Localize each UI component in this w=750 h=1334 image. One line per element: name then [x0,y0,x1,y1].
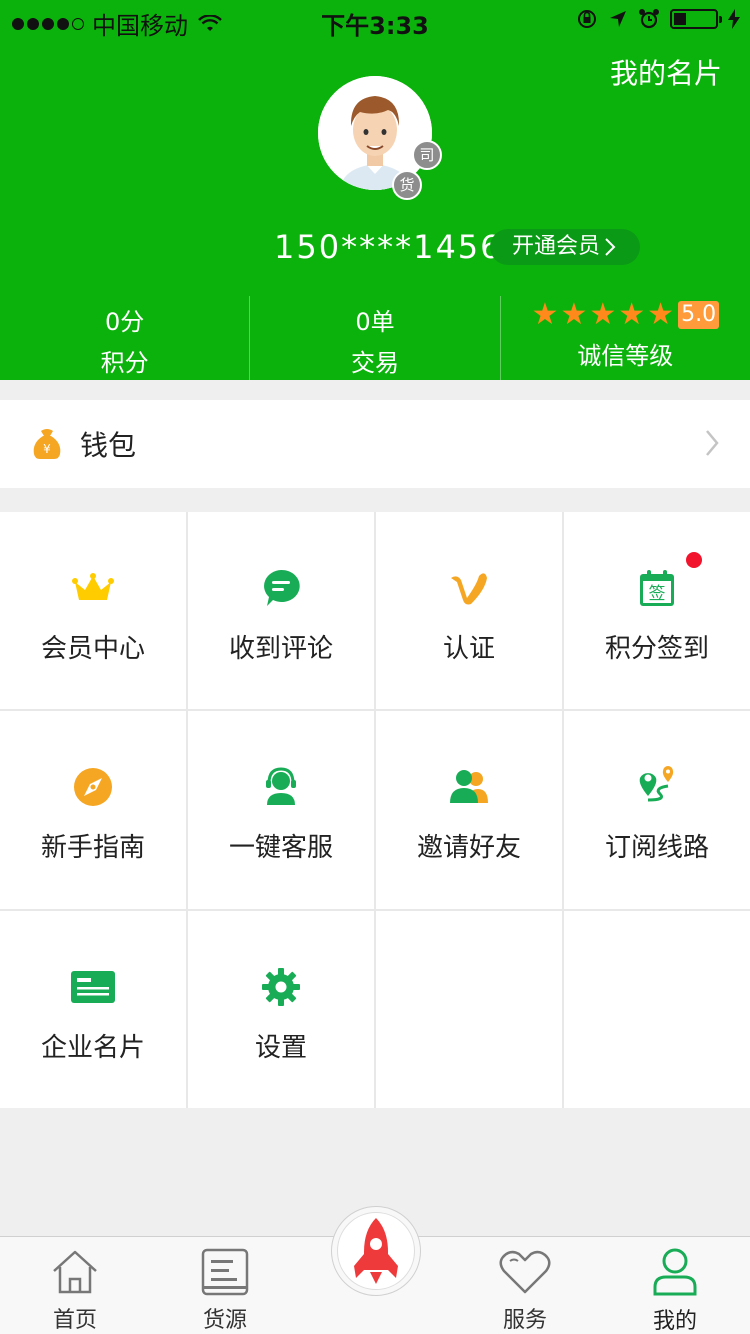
tab-home-label: 首页 [52,1308,97,1333]
tab-mine-label: 我的 [652,1309,697,1334]
status-bar: 中国移动 下午3:33 [0,0,750,40]
cargo-role-badge: 货 [392,170,422,200]
heart-icon [499,1250,551,1293]
alarm-icon [639,9,659,29]
points-value: 0分 [105,308,145,336]
charging-bolt-icon [728,9,740,29]
points-stat[interactable]: 0分 积分 [0,296,249,380]
tab-cargo-source[interactable]: 货源 [150,1237,300,1334]
star-icon: ★ [531,297,559,332]
star-icon: ★ [647,297,675,332]
verification-item[interactable]: 认证 [376,512,562,710]
profile-header: 中国移动 下午3:33 我的名片 司 货 150****1456 开通会员 0分… [0,0,750,380]
invite-friends-icon [450,770,488,804]
subscribe-routes-item[interactable]: 订阅线路 [564,711,750,909]
received-comments-item[interactable]: 收到评论 [188,512,374,710]
star-icon: ★ [618,297,646,332]
member-center-item[interactable]: 会员中心 [0,512,186,710]
points-checkin-label: 积分签到 [604,634,709,664]
rocket-icon [354,1218,398,1284]
tab-home[interactable]: 首页 [0,1237,150,1334]
verification-label: 认证 [442,634,495,664]
business-card-label: 企业名片 [40,1032,145,1063]
received-comments-label: 收到评论 [228,634,333,664]
money-bag-icon: ¥ [33,429,61,459]
calendar-sign-char: 签 [649,584,666,604]
open-membership-label: 开通会员 [512,234,601,259]
battery-icon [670,9,722,29]
credit-level-label: 诚信等级 [577,342,674,370]
subscribe-routes-label: 订阅线路 [604,833,709,864]
center-launch-button[interactable] [331,1206,421,1296]
chevron-right-icon [605,238,616,256]
trades-value: 0单 [355,308,395,336]
star-icon: ★ [560,297,588,332]
location-arrow-icon [610,11,626,27]
customer-service-item[interactable]: 一键客服 [188,711,374,909]
open-membership-button[interactable]: 开通会员 [490,229,641,265]
verify-v-icon [451,573,487,605]
beginner-guide-item[interactable]: 新手指南 [0,711,186,909]
comment-icon [264,569,300,606]
crown-icon [72,573,114,600]
tab-cargo-source-label: 货源 [202,1308,247,1333]
points-label: 积分 [100,349,149,377]
headset-icon [266,767,296,806]
star-icon: ★ [589,297,617,332]
compass-icon [74,768,112,807]
empty-cell [564,910,750,1108]
credit-rating-value: 5.0 [678,301,720,329]
tab-mine[interactable]: 我的 [600,1237,750,1334]
chevron-right-icon [706,430,719,456]
feature-grid: 会员中心 收到评论 认证 签 积分签到 新手指南 一键客服 邀请好友 订阅线路 … [0,512,750,1108]
member-center-label: 会员中心 [40,634,145,664]
tab-services-label: 服务 [502,1308,547,1333]
invite-friends-label: 邀请好友 [416,833,521,864]
route-icon [639,766,674,802]
points-checkin-item[interactable]: 签 积分签到 [564,512,750,710]
calendar-sign-icon: 签 [640,570,674,606]
settings-label: 设置 [254,1032,307,1063]
phone-number: 150****1456 [274,228,503,266]
svg-text:¥: ¥ [43,442,51,456]
credit-stars: ★ ★ ★ ★ ★ 5.0 [501,300,750,330]
credit-level-stat[interactable]: ★ ★ ★ ★ ★ 5.0 诚信等级 [499,296,750,380]
empty-cell [376,910,562,1108]
wallet-row[interactable]: ¥ 钱包 [0,400,750,488]
rotation-lock-icon [578,10,596,28]
home-icon [53,1250,97,1293]
notification-dot [686,552,702,568]
invite-friends-item[interactable]: 邀请好友 [376,711,562,909]
settings-item[interactable]: 设置 [188,910,374,1108]
trades-stat[interactable]: 0单 交易 [249,296,499,380]
stats-bar: 0分 积分 0单 交易 ★ ★ ★ ★ ★ 5.0 诚信等级 [0,296,750,380]
document-icon [201,1248,249,1295]
gear-icon [262,967,300,1006]
wallet-label: 钱包 [80,429,137,462]
customer-service-label: 一键客服 [228,833,333,864]
person-icon [653,1248,697,1296]
business-card-icon [71,970,115,1003]
driver-role-badge: 司 [412,140,442,170]
my-card-link[interactable]: 我的名片 [610,52,722,92]
trades-label: 交易 [350,349,399,377]
beginner-guide-label: 新手指南 [40,833,145,864]
tab-services[interactable]: 服务 [450,1237,600,1334]
business-card-item[interactable]: 企业名片 [0,910,186,1108]
